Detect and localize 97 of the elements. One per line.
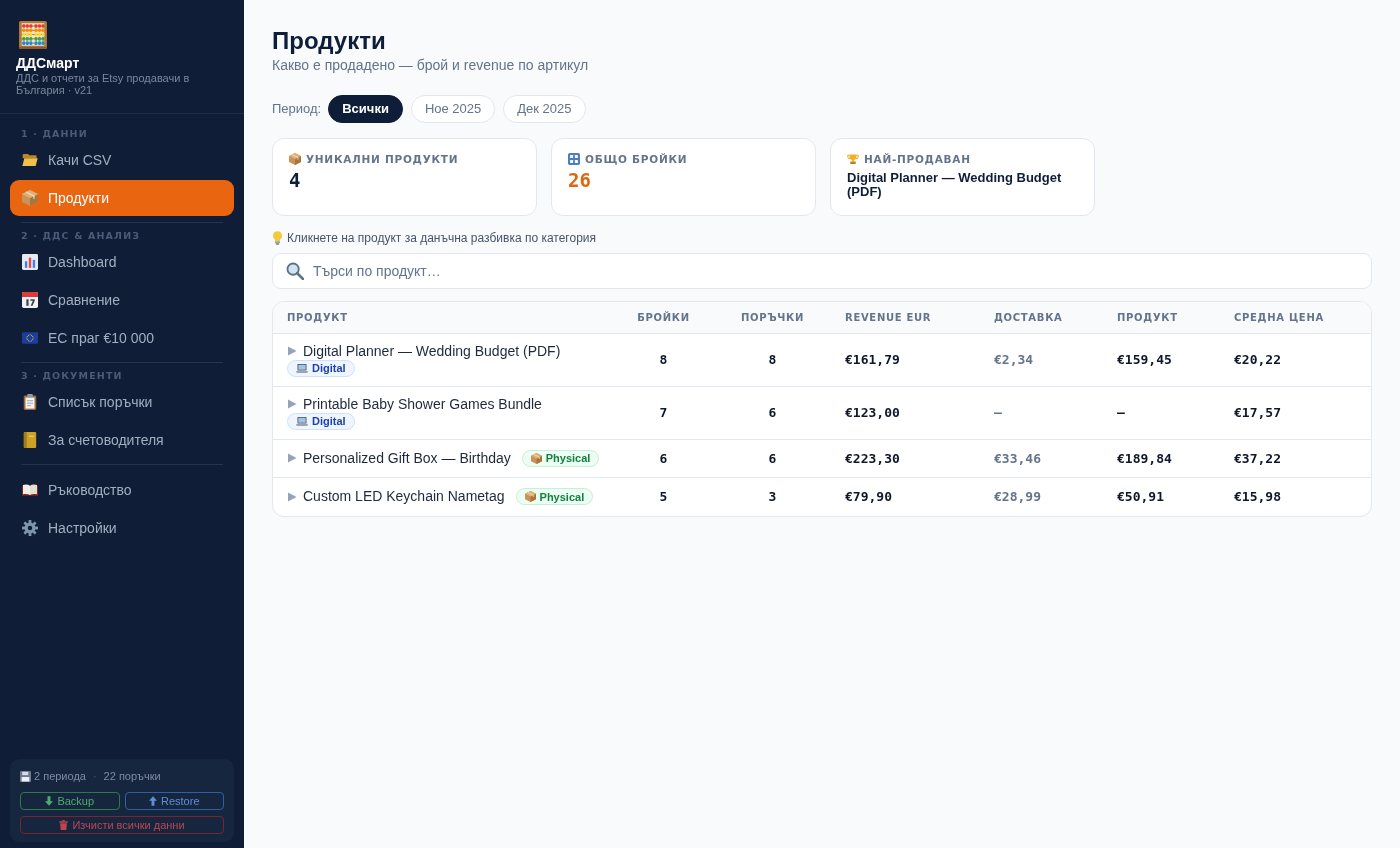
product-name: Personalized Gift Box — Birthday — [303, 449, 511, 467]
abacus-icon — [18, 20, 48, 50]
laptop-icon — [296, 416, 308, 426]
table-cell: 6 — [615, 439, 712, 478]
period-label: Период: — [272, 100, 322, 119]
nav-item[interactable]: Ръководство — [10, 472, 234, 508]
column-header: ПОРЪЧКИ — [712, 302, 833, 333]
summary-text: 22 поръчки — [103, 769, 161, 784]
bar-chart-icon — [22, 254, 38, 270]
nav-item[interactable]: Сравнение — [10, 282, 234, 318]
clipboard-icon — [22, 394, 38, 410]
restore-button[interactable]: Restore — [124, 792, 224, 810]
table-cell: 6 — [712, 439, 833, 478]
period-pill[interactable]: Дек 2025 — [503, 95, 586, 123]
table-cell: 3 — [712, 477, 833, 516]
table-cell: €223,30 — [833, 439, 982, 478]
period-pill[interactable]: Ное 2025 — [410, 95, 496, 123]
section-label: 2 · ДДС & АНАЛИЗ — [20, 230, 142, 242]
stat-value: Digital Planner — Wedding Budget (PDF) — [847, 171, 1063, 199]
table-cell: €17,57 — [1222, 386, 1371, 439]
category-label: Physical — [539, 489, 585, 505]
trophy-icon — [847, 153, 859, 165]
stat-value: 4 — [289, 168, 302, 192]
hint-text: Кликнете на продукт за данъчна разбивка по категория — [287, 230, 597, 246]
table-cell: €50,91 — [1105, 477, 1222, 516]
table-cell: €161,79 — [833, 333, 982, 386]
category-label: Digital — [312, 360, 346, 376]
stat-value: 26 — [568, 168, 592, 192]
table-cell: 6 — [712, 386, 833, 439]
table-cell: 8 — [615, 333, 712, 386]
table-cell: €2,34 — [982, 333, 1105, 386]
category-label: Digital — [312, 413, 346, 429]
table-cell: €28,99 — [982, 477, 1105, 516]
app-title: ДДСмарт — [16, 54, 81, 72]
trash-icon — [59, 820, 69, 830]
product-row[interactable]: Custom LED Keychain Nametag Physical 5 3 €79,90 €28,99 €50,91 €15,98 — [273, 477, 1371, 516]
separator-dot: · — [91, 769, 98, 784]
folder-icon — [22, 152, 38, 168]
section-label: 3 · ДОКУМЕНТИ — [20, 370, 124, 382]
nav-item[interactable]: Настройки — [10, 510, 234, 546]
table-cell: €123,00 — [833, 386, 982, 439]
section-label: 1 · ДАННИ — [20, 128, 89, 140]
app-subtitle: ДДС и отчети за Etsy продавачи в България · v21 — [16, 72, 191, 96]
box-icon — [289, 153, 301, 165]
table-cell: 5 — [615, 477, 712, 516]
column-header: ПРОДУКТ — [1105, 302, 1222, 333]
arrow-up-icon — [149, 796, 157, 806]
stat-label: НАЙ-ПРОДАВАН — [864, 153, 971, 165]
product-row[interactable]: Personalized Gift Box — Birthday Physical 6 6 €223,30 €33,46 €189,84 €37,22 — [273, 439, 1371, 478]
search-field[interactable]: Търси по продукт… — [272, 253, 1372, 289]
column-header: ДОСТАВКА — [982, 302, 1105, 333]
column-header: СРЕДНА ЦЕНА — [1222, 302, 1371, 333]
nav-item[interactable]: Dashboard — [10, 244, 234, 280]
box-icon — [22, 190, 38, 206]
stat-label: УНИКАЛНИ ПРОДУКТИ — [306, 153, 459, 165]
backup-button[interactable]: Backup — [20, 792, 120, 810]
summary-text: 2 периода — [34, 769, 86, 784]
notebook-icon — [22, 432, 38, 448]
arrow-down-icon — [45, 796, 54, 806]
product-name: Custom LED Keychain Nametag — [303, 488, 505, 506]
product-name: Digital Planner — Wedding Budget (PDF) — [303, 342, 561, 360]
lightbulb-icon — [272, 231, 283, 245]
column-header: БРОЙКИ — [615, 302, 712, 333]
table-cell: — — [1105, 386, 1222, 439]
laptop-icon — [296, 363, 308, 373]
nav-item[interactable]: ЕС праг €10 000 — [10, 320, 234, 356]
table-cell: €15,98 — [1222, 477, 1371, 516]
box-icon — [524, 491, 536, 503]
calendar-icon — [22, 292, 38, 308]
product-row[interactable]: Printable Baby Shower Games Bundle Digital 7 6 €123,00 — — €17,57 — [273, 386, 1371, 439]
table-cell: €189,84 — [1105, 439, 1222, 478]
table-cell: €37,22 — [1222, 439, 1371, 478]
flag-icon — [22, 330, 38, 346]
gear-icon — [22, 520, 38, 536]
page-title: Продукти — [272, 26, 387, 56]
table-cell: €79,90 — [833, 477, 982, 516]
table-cell: 8 — [712, 333, 833, 386]
box-icon — [530, 452, 542, 464]
nav-item[interactable]: Качи CSV — [10, 142, 234, 178]
table-cell: €20,22 — [1222, 333, 1371, 386]
column-header: REVENUE EUR — [833, 302, 982, 333]
book-icon — [22, 482, 38, 498]
grid-icon — [568, 153, 580, 165]
nav-item[interactable]: За счетоводителя — [10, 422, 234, 458]
period-pill[interactable]: Всички — [328, 95, 403, 123]
nav-item[interactable]: Списък поръчки — [10, 384, 234, 420]
page-subtitle: Какво е продадено — брой и revenue по артикул — [272, 56, 590, 74]
product-name: Printable Baby Shower Games Bundle — [303, 395, 542, 413]
stat-label: ОБЩО БРОЙКИ — [585, 153, 688, 165]
search-icon — [286, 262, 304, 280]
category-label: Physical — [545, 451, 591, 466]
table-cell: €159,45 — [1105, 333, 1222, 386]
product-row[interactable]: Digital Planner — Wedding Budget (PDF) Digital 8 8 €161,79 €2,34 €159,45 €20,22 — [273, 333, 1371, 386]
table-cell: 7 — [615, 386, 712, 439]
column-header: ПРОДУКТ — [273, 302, 615, 333]
table-cell: — — [982, 386, 1105, 439]
table-cell: €33,46 — [982, 439, 1105, 478]
